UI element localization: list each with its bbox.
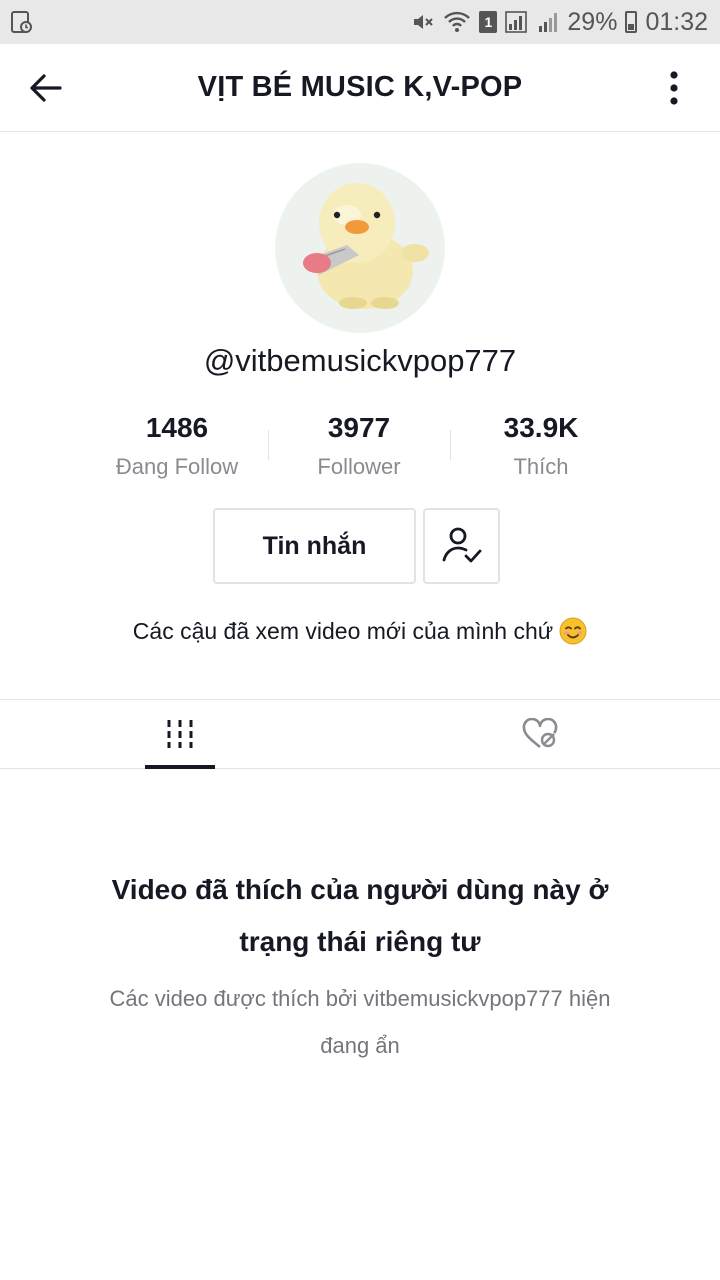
empty-state-title: Video đã thích của người dùng này ở trạn… (111, 874, 609, 957)
signal-icon (505, 10, 529, 34)
stat-label: Thích (513, 454, 569, 479)
signal-2-icon (537, 10, 559, 34)
status-bar: 1 29% 01:32 (0, 0, 720, 44)
more-options-button[interactable] (650, 64, 698, 112)
profile-stats: 1486 Đang Follow 3977 Follower 33.9K Thí… (86, 408, 634, 480)
page-title: VỊT BÉ MUSIC K,V-POP (197, 71, 523, 103)
stat-value: 3977 (327, 412, 391, 443)
message-button[interactable]: Tin nhắn (213, 508, 416, 584)
clock: 01:32 (645, 7, 708, 36)
empty-state-description: Các video được thích bởi vitbemusickvpop… (109, 986, 611, 1058)
bio: Các cậu đã xem video mới của mình chứ (0, 617, 720, 647)
stat-followers[interactable]: 3977 Follower (268, 408, 450, 480)
profile-tabs (0, 699, 720, 769)
arrow-left-icon (30, 74, 62, 102)
grid-icon (167, 720, 193, 748)
liked-private-icon (522, 718, 558, 749)
stat-label: Đang Follow (115, 454, 239, 479)
duck-avatar-image (303, 183, 429, 309)
back-button[interactable] (22, 64, 70, 112)
following-status-button[interactable] (423, 508, 500, 584)
wifi-icon (443, 10, 471, 34)
avatar[interactable] (275, 163, 445, 333)
active-tab-indicator (145, 765, 215, 769)
stat-likes[interactable]: 33.9K Thích (450, 408, 632, 480)
screenshot-notification-icon (10, 10, 34, 34)
tab-videos[interactable] (0, 700, 360, 769)
stat-value: 1486 (145, 412, 209, 443)
header: VỊT BÉ MUSIC K,V-POP (0, 44, 720, 132)
smiling-face-emoji-icon (559, 617, 587, 645)
bio-text: Các cậu đã xem video mới của mình chứ (132, 618, 554, 644)
user-check-icon (442, 527, 481, 563)
stat-following[interactable]: 1486 Đang Follow (86, 408, 268, 480)
tab-liked[interactable] (360, 700, 720, 768)
battery-percent: 29% (567, 7, 618, 36)
more-vertical-icon (670, 71, 678, 105)
battery-icon (625, 11, 638, 33)
stat-label: Follower (317, 454, 401, 479)
mute-icon (411, 10, 435, 34)
username: @vitbemusickvpop777 (203, 343, 517, 378)
sim-badge: 1 (479, 11, 498, 33)
stat-value: 33.9K (503, 412, 579, 443)
